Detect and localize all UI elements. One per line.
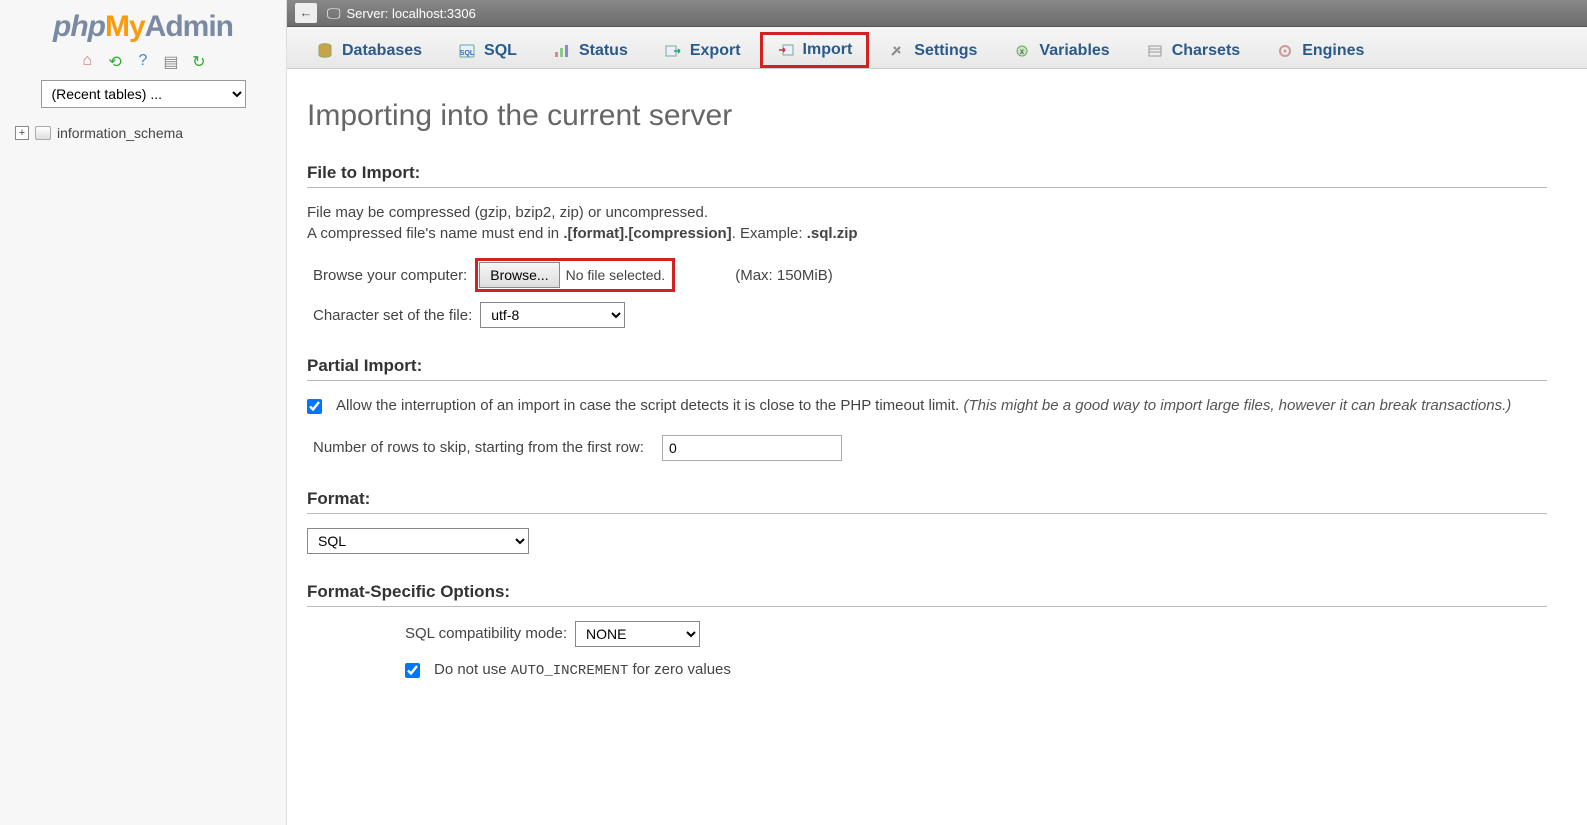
logo: phpMyAdmin <box>15 10 271 44</box>
database-icon <box>35 126 51 140</box>
server-label: Server: localhost:3306 <box>347 6 476 21</box>
databases-icon <box>316 43 334 59</box>
tab-databases[interactable]: Databases <box>299 33 439 68</box>
format-select[interactable]: SQL <box>307 528 529 554</box>
page-title: Importing into the current server <box>307 99 1547 133</box>
help-icon[interactable]: ? <box>134 52 152 70</box>
tab-settings[interactable]: Settings <box>871 33 994 68</box>
allow-interrupt-row: Allow the interruption of an import in c… <box>307 395 1547 417</box>
db-tree: + information_schema <box>15 122 271 144</box>
format-specific-block: SQL compatibility mode: NONE Do not use … <box>307 621 1547 681</box>
sidebar: phpMyAdmin ⌂ ⟲ ? ▤ ↻ (Recent tables) ...… <box>0 0 287 825</box>
db-tree-item[interactable]: + information_schema <box>15 122 271 144</box>
tab-import[interactable]: Import <box>760 32 870 68</box>
skip-rows-input[interactable] <box>662 435 842 461</box>
charsets-icon <box>1146 43 1164 59</box>
skip-rows-label: Number of rows to skip, starting from th… <box>313 439 644 456</box>
file-input-group: Browse... No file selected. <box>475 258 675 292</box>
main-area: ← 🖵 Server: localhost:3306 Databases SQL… <box>287 0 1587 825</box>
svg-text:SQL: SQL <box>460 50 475 57</box>
browse-row: Browse your computer: Browse... No file … <box>307 258 1547 292</box>
import-icon <box>777 42 795 58</box>
sidebar-quick-icons: ⌂ ⟲ ? ▤ ↻ <box>15 52 271 70</box>
tab-charsets[interactable]: Charsets <box>1129 33 1257 68</box>
file-selected-text: No file selected. <box>566 267 672 283</box>
charset-select[interactable]: utf-8 <box>480 302 625 328</box>
allow-interrupt-checkbox[interactable] <box>307 399 322 414</box>
section-partial-import: Partial Import: <box>307 356 1547 381</box>
format-row: SQL <box>307 528 1547 554</box>
auto-increment-checkbox[interactable] <box>405 663 420 678</box>
db-tree-item-label: information_schema <box>57 125 183 141</box>
logout-icon[interactable]: ⟲ <box>106 52 124 70</box>
home-icon[interactable]: ⌂ <box>78 52 96 70</box>
section-format: Format: <box>307 489 1547 514</box>
tab-export[interactable]: Export <box>647 33 758 68</box>
browse-button[interactable]: Browse... <box>479 262 559 288</box>
status-icon <box>553 43 571 59</box>
sql-icon: SQL <box>458 43 476 59</box>
svg-text:x: x <box>1020 47 1025 56</box>
variables-icon: x <box>1013 43 1031 59</box>
content: Importing into the current server File t… <box>287 69 1587 825</box>
tab-status[interactable]: Status <box>536 33 645 68</box>
section-format-specific: Format-Specific Options: <box>307 582 1547 607</box>
tab-engines[interactable]: Engines <box>1259 33 1381 68</box>
sql-compat-label: SQL compatibility mode: <box>405 625 567 642</box>
recent-tables-select[interactable]: (Recent tables) ... <box>41 80 246 108</box>
tab-variables[interactable]: xVariables <box>996 33 1126 68</box>
back-button[interactable]: ← <box>295 3 317 23</box>
section-file-to-import: File to Import: <box>307 163 1547 188</box>
browse-label: Browse your computer: <box>313 267 467 284</box>
engines-icon <box>1276 43 1294 59</box>
sql-compat-row: SQL compatibility mode: NONE <box>405 621 1547 647</box>
logo-my: My <box>105 10 145 43</box>
tabbar: Databases SQLSQL Status Export Import Se… <box>287 27 1587 69</box>
auto-increment-text: Do not use AUTO_INCREMENT for zero value… <box>434 659 1547 681</box>
expand-icon[interactable]: + <box>15 126 29 140</box>
file-compress-note: File may be compressed (gzip, bzip2, zip… <box>307 202 1547 244</box>
logo-admin: Admin <box>145 10 233 43</box>
charset-label: Character set of the file: <box>313 307 472 324</box>
server-icon: 🖵 <box>327 5 341 22</box>
allow-interrupt-text: Allow the interruption of an import in c… <box>336 395 1547 417</box>
sql-query-icon[interactable]: ▤ <box>162 52 180 70</box>
logo-php: php <box>53 10 105 43</box>
tab-sql[interactable]: SQLSQL <box>441 33 534 68</box>
skip-rows-row: Number of rows to skip, starting from th… <box>307 435 1547 461</box>
max-size-hint: (Max: 150MiB) <box>735 267 833 284</box>
export-icon <box>664 43 682 59</box>
sql-compat-select[interactable]: NONE <box>575 621 700 647</box>
settings-icon <box>888 43 906 59</box>
charset-row: Character set of the file: utf-8 <box>307 302 1547 328</box>
reload-icon[interactable]: ↻ <box>190 52 208 70</box>
topbar: ← 🖵 Server: localhost:3306 <box>287 0 1587 27</box>
auto-increment-row: Do not use AUTO_INCREMENT for zero value… <box>405 659 1547 681</box>
